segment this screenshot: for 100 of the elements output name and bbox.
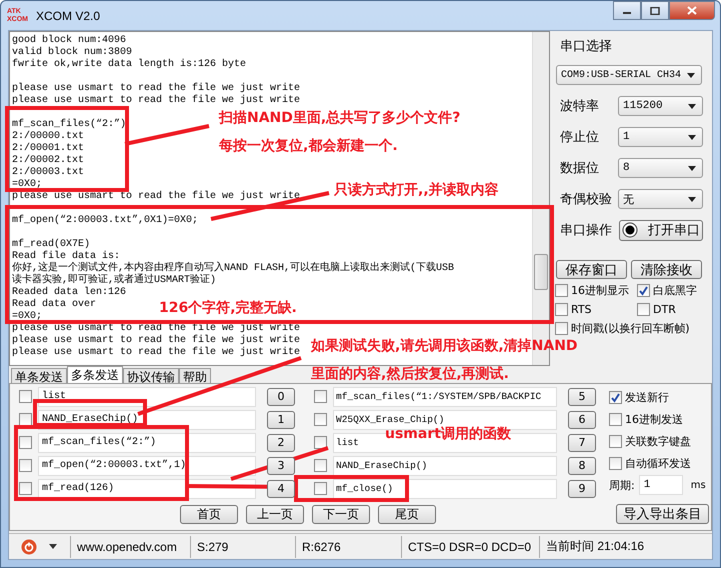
- setting-dropdown[interactable]: 115200: [618, 96, 703, 116]
- annotation-text: 扫描NAND里面,总共写了多少个文件?: [219, 109, 460, 127]
- terminal-line: 2:/00002.txt: [12, 155, 84, 166]
- period-field[interactable]: 1: [638, 475, 683, 495]
- tab[interactable]: 多条发送: [67, 366, 123, 383]
- status-received: R:6276: [296, 536, 402, 558]
- send-button[interactable]: 4: [267, 480, 295, 498]
- checkbox[interactable]: [637, 303, 650, 316]
- send-button[interactable]: 0: [267, 388, 295, 406]
- checkbox[interactable]: [19, 459, 32, 472]
- scroll-thumb[interactable]: [534, 254, 548, 290]
- terminal-line: good block num:4096: [12, 35, 126, 46]
- page-button[interactable]: 尾页: [378, 504, 436, 524]
- annotation-text: 只读方式打开,,并读取内容: [334, 181, 499, 199]
- checkbox[interactable]: [609, 457, 622, 470]
- close-icon: [687, 6, 697, 15]
- send-button[interactable]: 8: [568, 456, 596, 474]
- checkbox[interactable]: [314, 390, 327, 403]
- command-field[interactable]: mf_open(“2:00003.txt”,1): [38, 456, 256, 476]
- command-field[interactable]: mf_scan_files(“2:”): [38, 432, 256, 452]
- terminal-line: Readed data len:126: [12, 287, 126, 298]
- command-field[interactable]: mf_scan_files(“1:/SYSTEM/SPB/BACKPIC: [333, 386, 557, 406]
- import-export-button[interactable]: 导入导出条目: [616, 504, 709, 524]
- checkbox-label: 时间戳(以换行回车断帧): [571, 321, 690, 336]
- checkbox-label: 发送新行: [625, 390, 669, 405]
- maximize-button[interactable]: [641, 1, 669, 20]
- caret-icon: [688, 166, 696, 170]
- command-field[interactable]: mf_close(): [333, 478, 557, 498]
- page-button[interactable]: 上一页: [246, 504, 304, 524]
- checkbox-label: 白底黑字: [653, 283, 697, 298]
- terminal-line: 2:/00003.txt: [12, 167, 84, 179]
- terminal-line: please use usmart to read the file we just write: [12, 191, 300, 203]
- command-field[interactable]: NAND_EraseChip(): [333, 456, 557, 476]
- checkbox[interactable]: [314, 413, 327, 426]
- minimize-button[interactable]: [613, 1, 641, 20]
- send-button[interactable]: 7: [568, 434, 596, 452]
- annotation-text: 里面的内容,然后按复位,再测试.: [311, 365, 509, 383]
- setting-dropdown[interactable]: 8: [618, 158, 703, 178]
- tab[interactable]: 协议传输: [123, 368, 179, 383]
- checkbox[interactable]: [314, 436, 327, 449]
- checkbox[interactable]: [609, 413, 622, 426]
- setting-label: 停止位: [560, 129, 599, 146]
- terminal-line: mf_read(0X7E): [12, 239, 90, 250]
- caret-icon: [687, 72, 695, 78]
- send-button[interactable]: 2: [267, 434, 295, 452]
- send-button[interactable]: 9: [568, 480, 596, 498]
- annotation-text: 126个字符,完整无缺.: [159, 299, 297, 317]
- setting-dropdown[interactable]: 1: [618, 127, 703, 147]
- checkbox[interactable]: [637, 284, 650, 297]
- checkbox-label: RTS: [571, 303, 592, 316]
- operation-label: 串口操作: [560, 222, 612, 239]
- checkbox[interactable]: [314, 459, 327, 472]
- checkbox[interactable]: [555, 284, 568, 297]
- send-button[interactable]: 1: [267, 410, 295, 428]
- port-dropdown[interactable]: COM9:USB-SERIAL CH34: [556, 65, 702, 85]
- terminal-line: 读卡器实验,即可验证,或者通过USMART验证): [12, 275, 216, 286]
- caret-icon: [688, 104, 696, 108]
- terminal-line: =0X0;: [12, 179, 42, 191]
- checkbox[interactable]: [609, 391, 622, 404]
- open-port-button[interactable]: 打开串口: [619, 220, 703, 240]
- send-button[interactable]: 6: [568, 410, 596, 428]
- terminal-line: mf_scan_files(“2:”): [12, 119, 126, 130]
- status-time: 当前时间 21:04:16: [545, 538, 644, 555]
- caret-icon: [688, 134, 696, 140]
- checkbox[interactable]: [19, 482, 32, 495]
- unit-label: ms: [690, 480, 706, 490]
- tab[interactable]: 帮助: [179, 368, 211, 383]
- status-signals: CTS=0 DSR=0 DCD=0: [402, 536, 540, 558]
- send-button[interactable]: 5: [568, 388, 596, 406]
- annotation-text: 如果测试失败,请先调用该函数,清掉NAND: [311, 337, 578, 355]
- terminal-line: please use usmart to read the file we just write: [12, 347, 300, 359]
- terminal-line: fwrite ok,write data length is:126 byte: [12, 59, 246, 71]
- checkbox[interactable]: [555, 322, 568, 335]
- checkbox[interactable]: [19, 436, 32, 449]
- terminal-line: valid block num:3809: [12, 47, 132, 58]
- panel-button[interactable]: 保存窗口: [556, 260, 627, 279]
- checkbox[interactable]: [609, 435, 622, 448]
- setting-label: 数据位: [560, 160, 599, 177]
- checkbox[interactable]: [19, 390, 32, 403]
- terminal-line: please use usmart to read the file we just write: [12, 335, 300, 346]
- checkbox[interactable]: [314, 482, 327, 495]
- tab[interactable]: 单条发送: [11, 368, 67, 383]
- terminal-line: mf_open(“2:00003.txt”,0X1)=0X0;: [12, 215, 198, 227]
- status-site[interactable]: www.openedv.com: [71, 536, 191, 558]
- checkbox[interactable]: [555, 303, 568, 316]
- checkbox-label: 16进制显示: [571, 283, 629, 298]
- close-button[interactable]: [669, 1, 715, 20]
- panel-button[interactable]: 清除接收: [631, 260, 702, 279]
- setting-dropdown[interactable]: 无: [618, 189, 703, 209]
- caret-icon[interactable]: [49, 544, 57, 549]
- window-title: XCOM V2.0: [36, 8, 100, 22]
- page-button[interactable]: 首页: [180, 504, 238, 524]
- page-button[interactable]: 下一页: [312, 504, 370, 524]
- send-button[interactable]: 3: [267, 456, 295, 474]
- checkbox[interactable]: [19, 413, 32, 426]
- checkbox-label: 关联数字键盘: [625, 434, 691, 449]
- setting-label: 奇偶校验: [560, 191, 612, 208]
- checkbox-label: DTR: [653, 303, 676, 316]
- power-icon[interactable]: [21, 538, 37, 554]
- status-sent: S:279: [191, 536, 296, 558]
